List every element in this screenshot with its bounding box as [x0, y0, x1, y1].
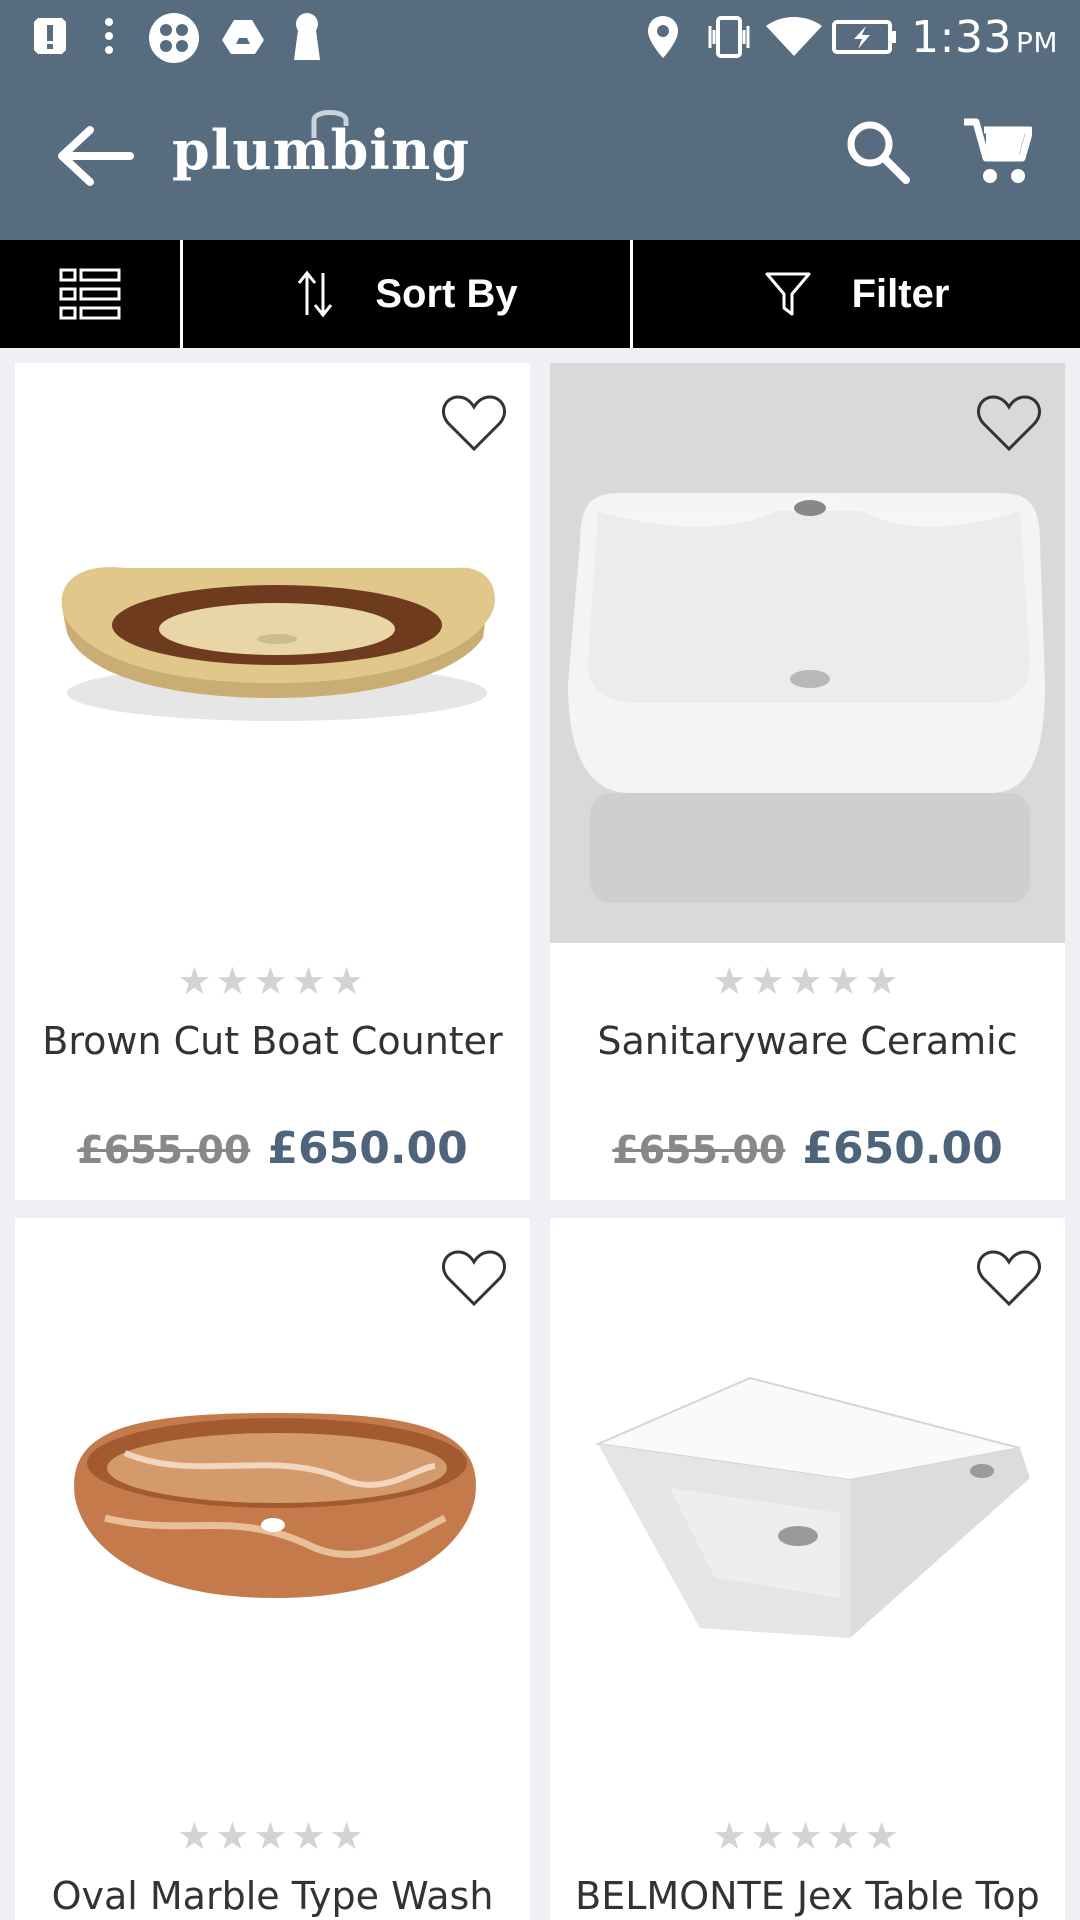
- heart-icon[interactable]: [440, 393, 508, 453]
- sort-by-label: Sort By: [375, 271, 518, 316]
- sort-icon: [298, 270, 333, 318]
- status-bar: 1:33 PM: [0, 0, 1080, 76]
- rating-stars: ★★★★★: [712, 959, 903, 1003]
- keyhole-icon: [294, 13, 320, 60]
- product-card[interactable]: ★★★★★ Brown Cut Boat Counter £655.00 £65…: [15, 363, 530, 1200]
- sale-price: £650.00: [802, 1123, 1003, 1174]
- product-card[interactable]: ★★★★★ BELMONTE Jex Table Top: [550, 1218, 1065, 1920]
- view-toggle-button[interactable]: [0, 240, 180, 348]
- location-icon: [648, 16, 678, 58]
- vibrate-icon: [708, 16, 750, 58]
- product-name: Oval Marble Type Wash: [51, 1874, 494, 1918]
- original-price: £655.00: [612, 1128, 786, 1172]
- heart-icon[interactable]: [440, 1248, 508, 1308]
- heart-icon[interactable]: [975, 1248, 1043, 1308]
- sort-by-button[interactable]: Sort By: [183, 240, 630, 348]
- product-prices: £655.00 £650.00: [15, 1123, 530, 1174]
- more-vert-icon: [105, 18, 113, 54]
- heart-icon[interactable]: [975, 393, 1043, 453]
- arrow-back-icon[interactable]: [50, 116, 140, 196]
- product-card[interactable]: ★★★★★ Sanitaryware Ceramic £655.00 £650.…: [550, 363, 1065, 1200]
- filter-icon: [765, 272, 811, 316]
- app-bar: plumbing: [0, 76, 1080, 240]
- clock-time: 1:33: [911, 12, 1012, 63]
- product-name: Sanitaryware Ceramic: [597, 1019, 1018, 1063]
- app-logo: plumbing: [172, 110, 470, 182]
- clock-ampm: PM: [1015, 26, 1058, 59]
- rating-stars: ★★★★★: [712, 1814, 903, 1858]
- rating-stars: ★★★★★: [177, 1814, 368, 1858]
- battery-charging-icon: [832, 20, 896, 54]
- original-price: £655.00: [77, 1128, 251, 1172]
- search-icon[interactable]: [846, 120, 910, 184]
- clock: 1:33 PM: [911, 12, 1058, 63]
- wifi-icon: [766, 17, 822, 56]
- product-prices: £655.00 £650.00: [550, 1123, 1065, 1174]
- filter-button[interactable]: Filter: [633, 240, 1080, 348]
- faucet-logo-icon: [311, 110, 349, 138]
- product-name: BELMONTE Jex Table Top: [575, 1874, 1040, 1918]
- rating-stars: ★★★★★: [177, 959, 368, 1003]
- alert-icon: [34, 18, 66, 54]
- drive-icon: [222, 20, 264, 54]
- sort-filter-toolbar: Sort By Filter: [0, 240, 1080, 348]
- sale-price: £650.00: [267, 1123, 468, 1174]
- cart-icon[interactable]: [962, 116, 1032, 186]
- list-view-icon: [59, 268, 121, 320]
- fan-icon: [149, 13, 199, 63]
- filter-label: Filter: [851, 271, 950, 316]
- product-card[interactable]: ★★★★★ Oval Marble Type Wash: [15, 1218, 530, 1920]
- product-name: Brown Cut Boat Counter: [42, 1019, 503, 1063]
